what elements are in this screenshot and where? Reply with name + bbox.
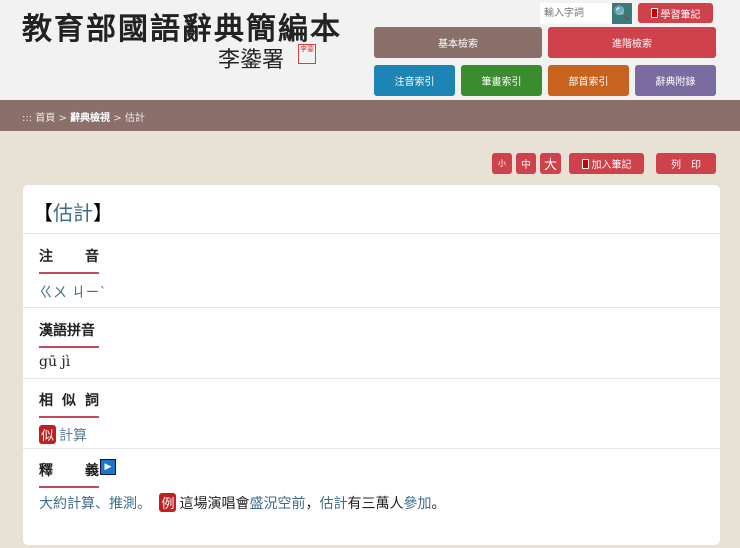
- example-link[interactable]: 估計: [319, 496, 347, 512]
- search-icon: 🔍: [613, 6, 631, 21]
- book-icon: [581, 158, 589, 169]
- bracket: 【: [33, 201, 53, 225]
- pinyin-heading: 漢語拼音: [39, 320, 99, 348]
- zhuyin-section: 注音 ㄍㄨ ㄐㄧˋ: [23, 233, 720, 307]
- crumb-sep: >: [113, 113, 122, 124]
- example-text: ，: [305, 496, 320, 512]
- synonym-tag: 似: [39, 425, 57, 444]
- definition-text: 大約計算、推測。: [39, 496, 151, 512]
- book-icon: [650, 8, 658, 18]
- example-text: 有三萬人: [347, 496, 404, 512]
- example-link[interactable]: 參加: [403, 496, 431, 512]
- example-link[interactable]: 盛況空前: [249, 496, 305, 512]
- h-char: 音: [85, 249, 99, 265]
- crumb-current: 估計: [124, 113, 145, 124]
- zhuyin-value: ㄍㄨ ㄐㄧˋ: [39, 285, 107, 301]
- basic-search-button[interactable]: 基本檢索: [374, 27, 542, 58]
- h-char: 似: [62, 393, 76, 409]
- bracket: 】: [93, 201, 113, 225]
- definition-value: 大約計算、推測。 例這場演唱會盛況空前，估計有三萬人參加。: [39, 493, 445, 513]
- entry-word: 估計: [53, 201, 93, 225]
- font-small-button[interactable]: 小: [492, 153, 512, 174]
- site-logo[interactable]: 教育部國語辭典簡編本: [22, 4, 342, 48]
- crumb-home[interactable]: 首頁: [35, 113, 55, 124]
- crumb-prefix: :::: [22, 113, 33, 124]
- h-char: 詞: [85, 393, 99, 409]
- radical-index-button[interactable]: 部首索引: [548, 65, 629, 96]
- example-text: 。: [431, 496, 446, 512]
- header: 教育部國語辭典簡編本 李鍌署 李鍌 🔍 學習筆記 基本檢索 進階檢索 注音索引 …: [0, 0, 740, 100]
- example-text: 這場演唱會: [179, 496, 250, 512]
- notes-label: 學習筆記: [660, 9, 701, 21]
- definition-heading: 釋義: [39, 460, 99, 488]
- appendix-button[interactable]: 辭典附錄: [635, 65, 716, 96]
- zhuyin-heading: 注音: [39, 246, 99, 274]
- search-input[interactable]: [540, 3, 612, 24]
- h-char: 相: [39, 393, 53, 409]
- pinyin-section: 漢語拼音 gū jì: [23, 307, 720, 378]
- add-note-label: 加入筆記: [591, 160, 632, 171]
- font-large-button[interactable]: 大: [540, 153, 561, 174]
- synonym-link[interactable]: 計算: [59, 428, 87, 444]
- add-note-button[interactable]: 加入筆記: [569, 153, 644, 174]
- zhuyin-index-button[interactable]: 注音索引: [374, 65, 455, 96]
- crumb-view[interactable]: 辭典檢視: [70, 113, 110, 124]
- advanced-search-button[interactable]: 進階檢索: [548, 27, 716, 58]
- h-char: 釋: [39, 463, 53, 479]
- font-medium-button[interactable]: 中: [516, 153, 536, 174]
- synonym-value: 似計算: [39, 425, 87, 445]
- play-icon[interactable]: ▶: [100, 459, 116, 475]
- search-button[interactable]: 🔍: [612, 3, 632, 24]
- entry-title: 【估計】: [33, 197, 113, 226]
- crumb-sep: >: [58, 113, 67, 124]
- breadcrumb: ::: 首頁 > 辭典檢視 > 估計: [0, 100, 740, 131]
- signature: 李鍌署: [218, 48, 285, 73]
- stroke-index-button[interactable]: 筆畫索引: [461, 65, 542, 96]
- h-char: 義: [85, 463, 99, 479]
- pinyin-value: gū jì: [39, 354, 71, 370]
- print-button[interactable]: 列 印: [656, 153, 716, 174]
- entry-card: 【估計】 注音 ㄍㄨ ㄐㄧˋ 漢語拼音 gū jì 相似詞 似計算 釋義 ▶ 大…: [23, 185, 720, 545]
- example-tag: 例: [159, 493, 177, 512]
- seal: 李鍌: [298, 44, 316, 64]
- definition-section: 釋義 ▶ 大約計算、推測。 例這場演唱會盛況空前，估計有三萬人參加。: [23, 448, 720, 548]
- h-char: 注: [39, 249, 53, 265]
- learning-notes-button[interactable]: 學習筆記: [638, 3, 713, 23]
- synonym-heading: 相似詞: [39, 390, 99, 418]
- synonym-section: 相似詞 似計算: [23, 378, 720, 448]
